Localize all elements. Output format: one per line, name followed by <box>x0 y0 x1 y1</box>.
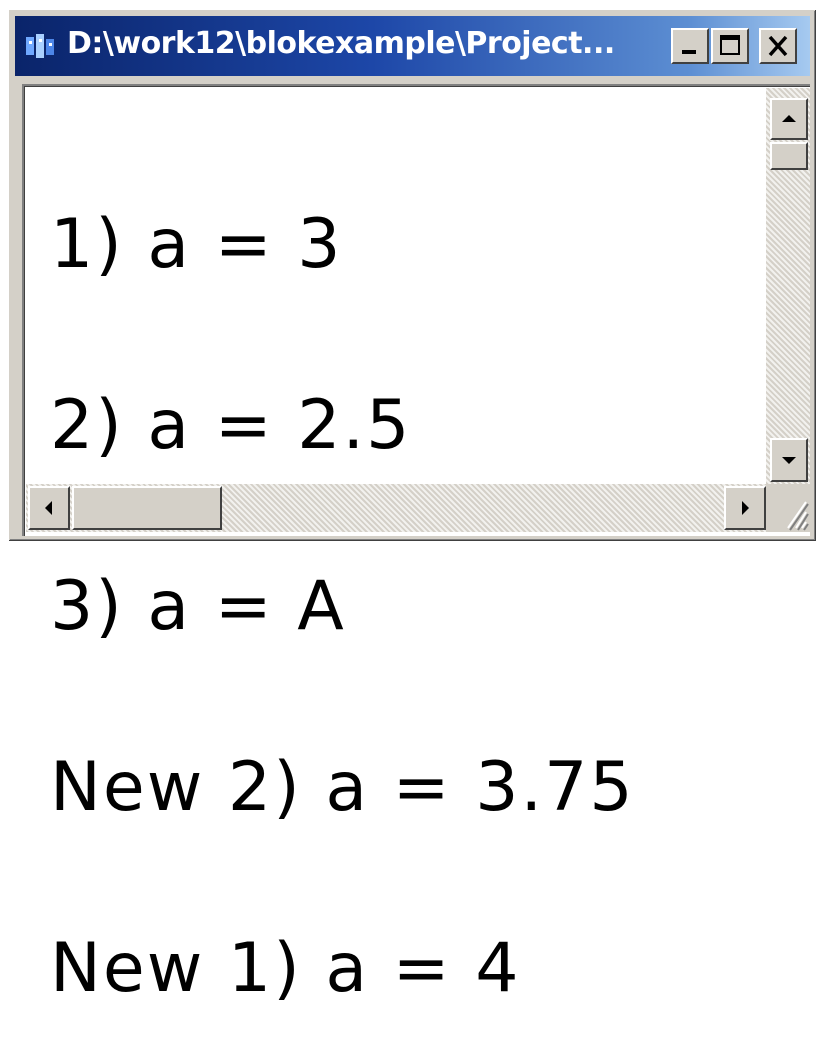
maximize-button[interactable] <box>711 28 749 64</box>
close-button[interactable] <box>759 28 797 64</box>
scroll-down-button[interactable] <box>770 438 808 482</box>
console-line: 2) a = 2.5 <box>50 386 412 465</box>
maximize-icon <box>720 35 740 55</box>
vertical-scroll-thumb[interactable] <box>770 142 808 170</box>
close-icon <box>768 35 788 57</box>
console-line: New 1) a = 4 <box>50 929 521 1008</box>
minimize-icon <box>682 50 696 54</box>
resize-grip[interactable] <box>766 484 810 532</box>
scroll-right-button[interactable] <box>724 486 766 530</box>
arrow-right-icon <box>742 501 749 515</box>
console-line: New 2) a = 3.75 <box>50 748 635 827</box>
resize-grip-icon <box>787 501 809 531</box>
console-app-icon[interactable] <box>24 31 58 61</box>
vertical-scrollbar[interactable] <box>766 88 810 484</box>
arrow-left-icon <box>45 501 52 515</box>
arrow-up-icon <box>782 115 796 122</box>
console-line: 1) a = 3 <box>50 205 343 284</box>
horizontal-scrollbar[interactable] <box>26 484 766 532</box>
arrow-down-icon <box>782 457 796 464</box>
title-bar[interactable]: D:\work12\blokexample\Project... <box>15 16 810 76</box>
console-output: 1) a = 3 2) a = 2.5 3) a = A New 2) a = … <box>50 95 635 1060</box>
window-title: D:\work12\blokexample\Project... <box>67 26 615 61</box>
console-line: 3) a = A <box>50 567 346 646</box>
scroll-left-button[interactable] <box>28 486 70 530</box>
horizontal-scroll-thumb[interactable] <box>72 486 222 530</box>
minimize-button[interactable] <box>671 28 709 64</box>
scroll-up-button[interactable] <box>770 98 808 140</box>
